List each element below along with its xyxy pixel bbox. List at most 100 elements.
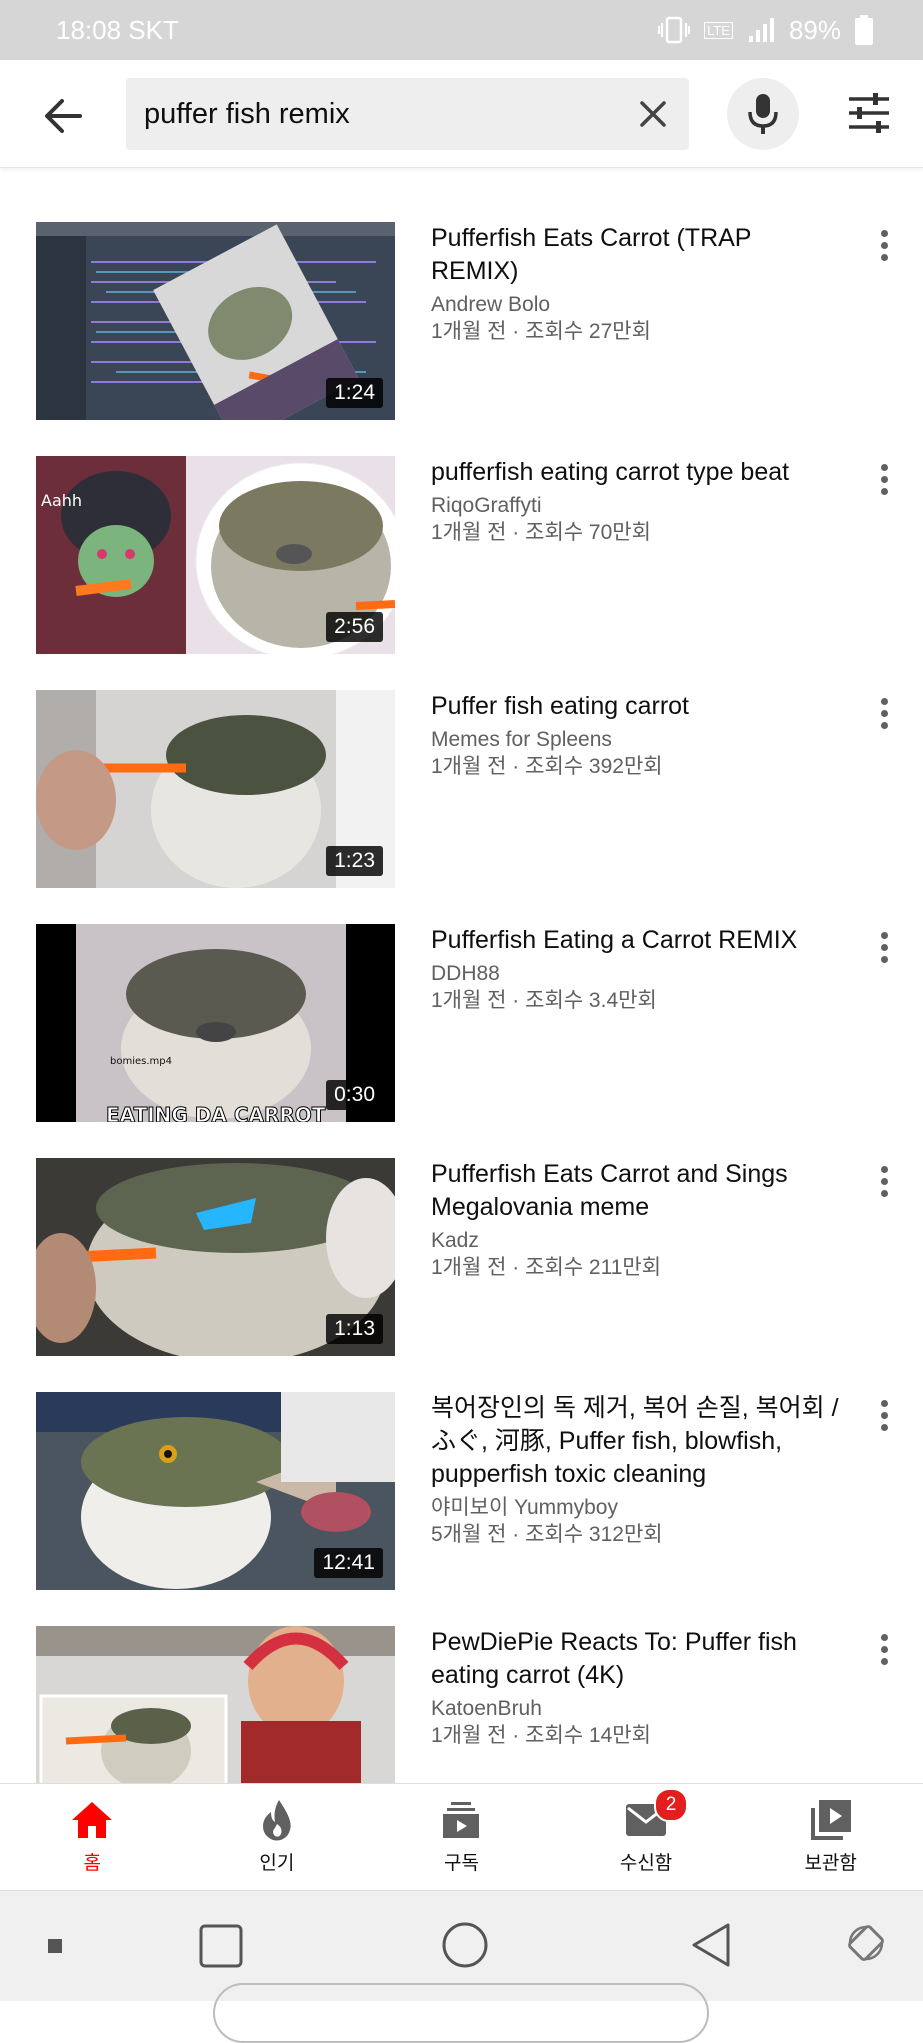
video-title[interactable]: Puffer fish eating carrot xyxy=(431,690,841,723)
search-input[interactable]: puffer fish remix xyxy=(126,78,689,150)
bottom-navigation: 홈 인기 구독 2 수신함 보관함 xyxy=(0,1783,923,1891)
channel-name[interactable]: KatoenBruh xyxy=(431,1695,841,1723)
channel-name[interactable]: DDH88 xyxy=(431,960,841,988)
video-thumbnail[interactable]: 12:41 xyxy=(36,1392,395,1590)
nav-subscriptions[interactable]: 구독 xyxy=(369,1784,554,1891)
clear-search-button[interactable] xyxy=(635,96,671,132)
video-title[interactable]: Pufferfish Eats Carrot and Sings Megalov… xyxy=(431,1158,841,1224)
recents-icon xyxy=(199,1924,243,1968)
filter-button[interactable] xyxy=(846,90,892,136)
video-duration: 1:24 xyxy=(326,378,383,408)
video-thumbnail[interactable]: 1:24 xyxy=(36,222,395,420)
video-result[interactable]: 1:23 Puffer fish eating carrot Memes for… xyxy=(0,690,923,890)
status-time: 18:08 SKT xyxy=(56,14,179,45)
nav-inbox-label: 수신함 xyxy=(619,1853,673,1874)
subscriptions-icon xyxy=(443,1802,480,1838)
video-title[interactable]: 복어장인의 독 제거, 복어 손질, 복어회 / ふぐ, 河豚, Puffer … xyxy=(431,1392,841,1491)
channel-name[interactable]: Memes for Spleens xyxy=(431,726,841,754)
circle-home-icon xyxy=(442,1922,488,1968)
video-thumbnail[interactable]: 1:13 xyxy=(36,1158,395,1356)
mic-icon xyxy=(748,94,778,134)
nav-trending-label: 인기 xyxy=(259,1853,295,1874)
more-options-button[interactable] xyxy=(868,694,900,734)
arrow-left-icon xyxy=(45,99,82,133)
video-thumbnail[interactable]: Aahh 2:56 xyxy=(36,456,395,654)
home-icon xyxy=(72,1802,113,1838)
more-options-button[interactable] xyxy=(868,460,900,500)
small-square-icon xyxy=(48,1939,62,1953)
thumb-watermark: bomies.mp4 xyxy=(110,1056,172,1067)
channel-name[interactable]: RiqoGraffyti xyxy=(431,492,841,520)
more-options-button[interactable] xyxy=(868,1396,900,1436)
video-duration: 2:56 xyxy=(326,612,383,642)
video-result[interactable]: 1:24 Pufferfish Eats Carrot (TRAP REMIX)… xyxy=(0,222,923,422)
channel-name[interactable]: Kadz xyxy=(431,1227,841,1255)
battery-percent: 89% xyxy=(788,14,841,45)
video-thumbnail[interactable] xyxy=(36,1626,395,1783)
video-stats: 5개월 전 · 조회수 312만회 xyxy=(431,1523,663,1546)
hide-navbar-button[interactable] xyxy=(48,1939,62,1958)
flame-icon xyxy=(262,1800,291,1841)
video-meta: Pufferfish Eats Carrot (TRAP REMIX) Andr… xyxy=(431,222,841,345)
video-title[interactable]: pufferfish eating carrot type beat xyxy=(431,456,841,489)
inbox-badge: 2 xyxy=(654,1788,689,1822)
video-title[interactable]: PewDiePie Reacts To: Puffer fish eating … xyxy=(431,1626,841,1692)
video-stats: 1개월 전 · 조회수 211만회 xyxy=(431,1256,662,1279)
library-icon xyxy=(810,1800,851,1840)
nav-inbox[interactable]: 2 수신함 xyxy=(554,1784,739,1891)
video-result[interactable]: 1:13 Pufferfish Eats Carrot and Sings Me… xyxy=(0,1158,923,1358)
video-result[interactable]: 12:41 복어장인의 독 제거, 복어 손질, 복어회 / ふぐ, 河豚, P… xyxy=(0,1392,923,1592)
video-meta: Puffer fish eating carrot Memes for Sple… xyxy=(431,690,841,780)
video-thumbnail[interactable]: 1:23 xyxy=(36,690,395,888)
home-system-button[interactable] xyxy=(441,1921,489,1974)
back-button[interactable] xyxy=(38,90,90,142)
search-results-list: 1:24 Pufferfish Eats Carrot (TRAP REMIX)… xyxy=(0,168,923,1783)
video-duration: 12:41 xyxy=(314,1548,383,1578)
nav-home-label: 홈 xyxy=(83,1853,102,1874)
video-title[interactable]: Pufferfish Eats Carrot (TRAP REMIX) xyxy=(431,222,841,288)
triangle-back-icon xyxy=(692,1923,730,1967)
gesture-pill xyxy=(213,1983,709,2043)
video-result[interactable]: PewDiePie Reacts To: Puffer fish eating … xyxy=(0,1626,923,1783)
reaction-video-image xyxy=(36,1626,395,1783)
video-stats: 1개월 전 · 조회수 27만회 xyxy=(431,320,651,343)
channel-name[interactable]: 야미보이 Yummyboy xyxy=(431,1494,841,1522)
signal-icon xyxy=(748,18,774,42)
video-meta: PewDiePie Reacts To: Puffer fish eating … xyxy=(431,1626,841,1749)
more-options-button[interactable] xyxy=(868,226,900,266)
video-duration: 1:23 xyxy=(326,846,383,876)
more-options-button[interactable] xyxy=(868,928,900,968)
rotate-icon xyxy=(848,1925,884,1961)
svg-text:Aahh: Aahh xyxy=(41,491,82,510)
video-title[interactable]: Pufferfish Eating a Carrot REMIX xyxy=(431,924,841,957)
video-meta: 복어장인의 독 제거, 복어 손질, 복어회 / ふぐ, 河豚, Puffer … xyxy=(431,1392,841,1548)
close-icon xyxy=(640,101,666,127)
video-stats: 1개월 전 · 조회수 3.4만회 xyxy=(431,989,657,1012)
channel-name[interactable]: Andrew Bolo xyxy=(431,291,841,319)
nav-subscriptions-label: 구독 xyxy=(444,1853,479,1874)
nav-library[interactable]: 보관함 xyxy=(738,1784,923,1891)
back-system-button[interactable] xyxy=(688,1921,734,1974)
search-query[interactable]: puffer fish remix xyxy=(144,78,350,150)
search-header: puffer fish remix xyxy=(0,60,923,168)
video-result[interactable]: Aahh 2:56 pufferfish eating carrot type … xyxy=(0,456,923,656)
status-icons: LTE 89% xyxy=(658,15,873,46)
nav-library-label: 보관함 xyxy=(804,1853,857,1874)
vibrate-icon xyxy=(658,16,691,44)
voice-search-button[interactable] xyxy=(727,78,799,150)
battery-icon xyxy=(855,15,873,45)
video-meta: Pufferfish Eating a Carrot REMIX DDH88 1… xyxy=(431,924,841,1014)
recent-apps-button[interactable] xyxy=(198,1923,244,1974)
video-result[interactable]: bomies.mp4 EATING DA CARROT 0:30 Pufferf… xyxy=(0,924,923,1124)
system-navigation-bar xyxy=(0,1890,923,2043)
rotate-screen-button[interactable] xyxy=(844,1921,888,1970)
nav-home[interactable]: 홈 xyxy=(0,1784,185,1891)
video-duration: 1:13 xyxy=(326,1314,383,1344)
nav-trending[interactable]: 인기 xyxy=(185,1784,370,1891)
lte-icon: LTE xyxy=(704,21,733,39)
more-options-button[interactable] xyxy=(868,1630,900,1670)
video-stats: 1개월 전 · 조회수 14만회 xyxy=(431,1724,651,1747)
video-thumbnail[interactable]: bomies.mp4 EATING DA CARROT 0:30 xyxy=(36,924,395,1122)
video-duration: 0:30 xyxy=(326,1080,383,1110)
more-options-button[interactable] xyxy=(868,1162,900,1202)
